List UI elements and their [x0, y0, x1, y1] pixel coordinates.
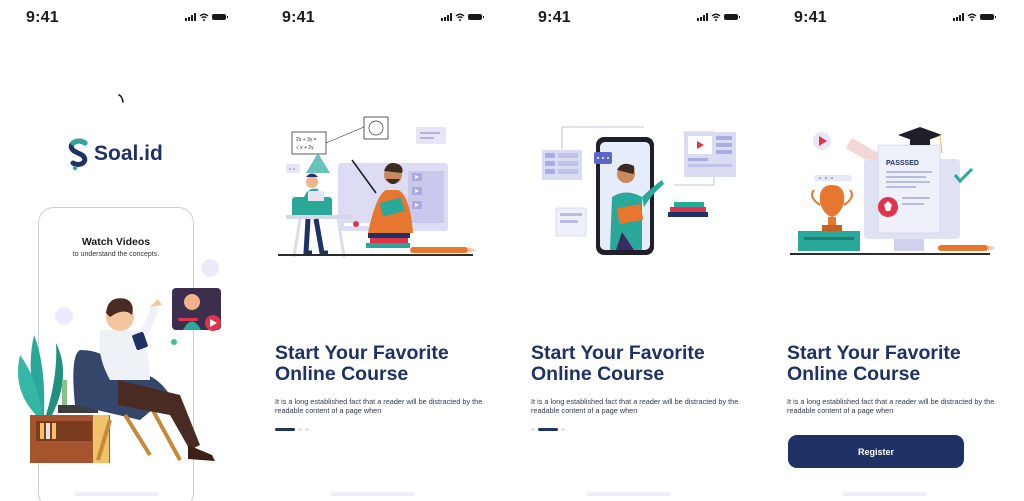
teacher-illustration: 2x + 3y = √ x + 2y	[278, 116, 476, 258]
onboarding-description: It is a long established fact that a rea…	[787, 397, 995, 415]
status-time: 9:41	[794, 9, 827, 26]
page-dot-2[interactable]	[538, 428, 558, 431]
title-line2: Online Course	[275, 363, 409, 385]
battery-icon	[980, 14, 996, 20]
onboarding-description: It is a long established fact that a rea…	[275, 397, 483, 415]
wifi-icon	[455, 13, 465, 21]
onboarding-description: It is a long established fact that a rea…	[531, 397, 739, 415]
formula-line1: 2x + 3y =	[296, 137, 317, 143]
onboarding-screen-3: 9:41 PASSSED Start Your Favorite Online …	[768, 0, 1018, 501]
watch-videos-title: Watch Videos	[81, 236, 151, 248]
status-time: 9:41	[538, 9, 571, 26]
soal-logo: Soal.id	[66, 137, 163, 171]
page-dot-3[interactable]	[305, 428, 309, 431]
home-indicator	[331, 492, 415, 496]
status-time: 9:41	[26, 9, 59, 26]
home-indicator	[75, 492, 159, 496]
home-indicator	[843, 492, 927, 496]
page-dot-2[interactable]	[298, 428, 302, 431]
page-dot-3[interactable]	[561, 428, 565, 431]
battery-icon	[468, 14, 484, 20]
wifi-icon	[199, 13, 209, 21]
status-bar: 9:41	[280, 9, 484, 27]
home-indicator	[587, 492, 671, 496]
page-indicator	[275, 428, 309, 431]
reading-man-illustration	[18, 259, 221, 463]
signal-icon	[441, 13, 452, 21]
logo-text: Soal.id	[94, 142, 163, 165]
signal-icon	[697, 13, 708, 21]
title-line1: Start Your Favorite	[531, 342, 705, 364]
page-dot-1[interactable]	[531, 428, 535, 431]
title-line2: Online Course	[787, 363, 921, 385]
status-bar: 9:41	[24, 9, 228, 27]
battery-icon	[724, 14, 740, 20]
onboarding-title: Start Your Favorite Online Course	[787, 343, 1007, 385]
title-line1: Start Your Favorite	[275, 342, 449, 364]
page-dot-1[interactable]	[275, 428, 295, 431]
onboarding-screen-1: 9:41 2x + 3y = √ x + 2y Start Your Favor…	[256, 0, 506, 501]
page-indicator	[531, 428, 565, 431]
formula-line2: √ x + 2y	[296, 144, 314, 151]
graduation-illustration: PASSSED	[790, 127, 995, 255]
register-button[interactable]: Register	[788, 435, 964, 468]
title-line1: Start Your Favorite	[787, 342, 961, 364]
wifi-icon	[711, 13, 721, 21]
status-bar: 9:41	[792, 9, 996, 27]
wifi-icon	[967, 13, 977, 21]
title-line2: Online Course	[531, 363, 665, 385]
logo-mark-icon	[68, 138, 88, 171]
passed-label: PASSSED	[886, 160, 919, 167]
status-bar: 9:41	[536, 9, 740, 27]
phone-student-illustration	[542, 126, 736, 255]
loading-icon	[118, 94, 124, 103]
onboarding-title: Start Your Favorite Online Course	[531, 343, 751, 385]
onboarding-screen-2: 9:41 Start Your Favorite Online Course I…	[512, 0, 762, 501]
signal-icon	[953, 13, 964, 21]
splash-screen: 9:41 Soal.id Watch Videos to understand …	[0, 0, 250, 501]
battery-icon	[212, 14, 228, 20]
signal-icon	[185, 13, 196, 21]
status-time: 9:41	[282, 9, 315, 26]
onboarding-title: Start Your Favorite Online Course	[275, 343, 495, 385]
